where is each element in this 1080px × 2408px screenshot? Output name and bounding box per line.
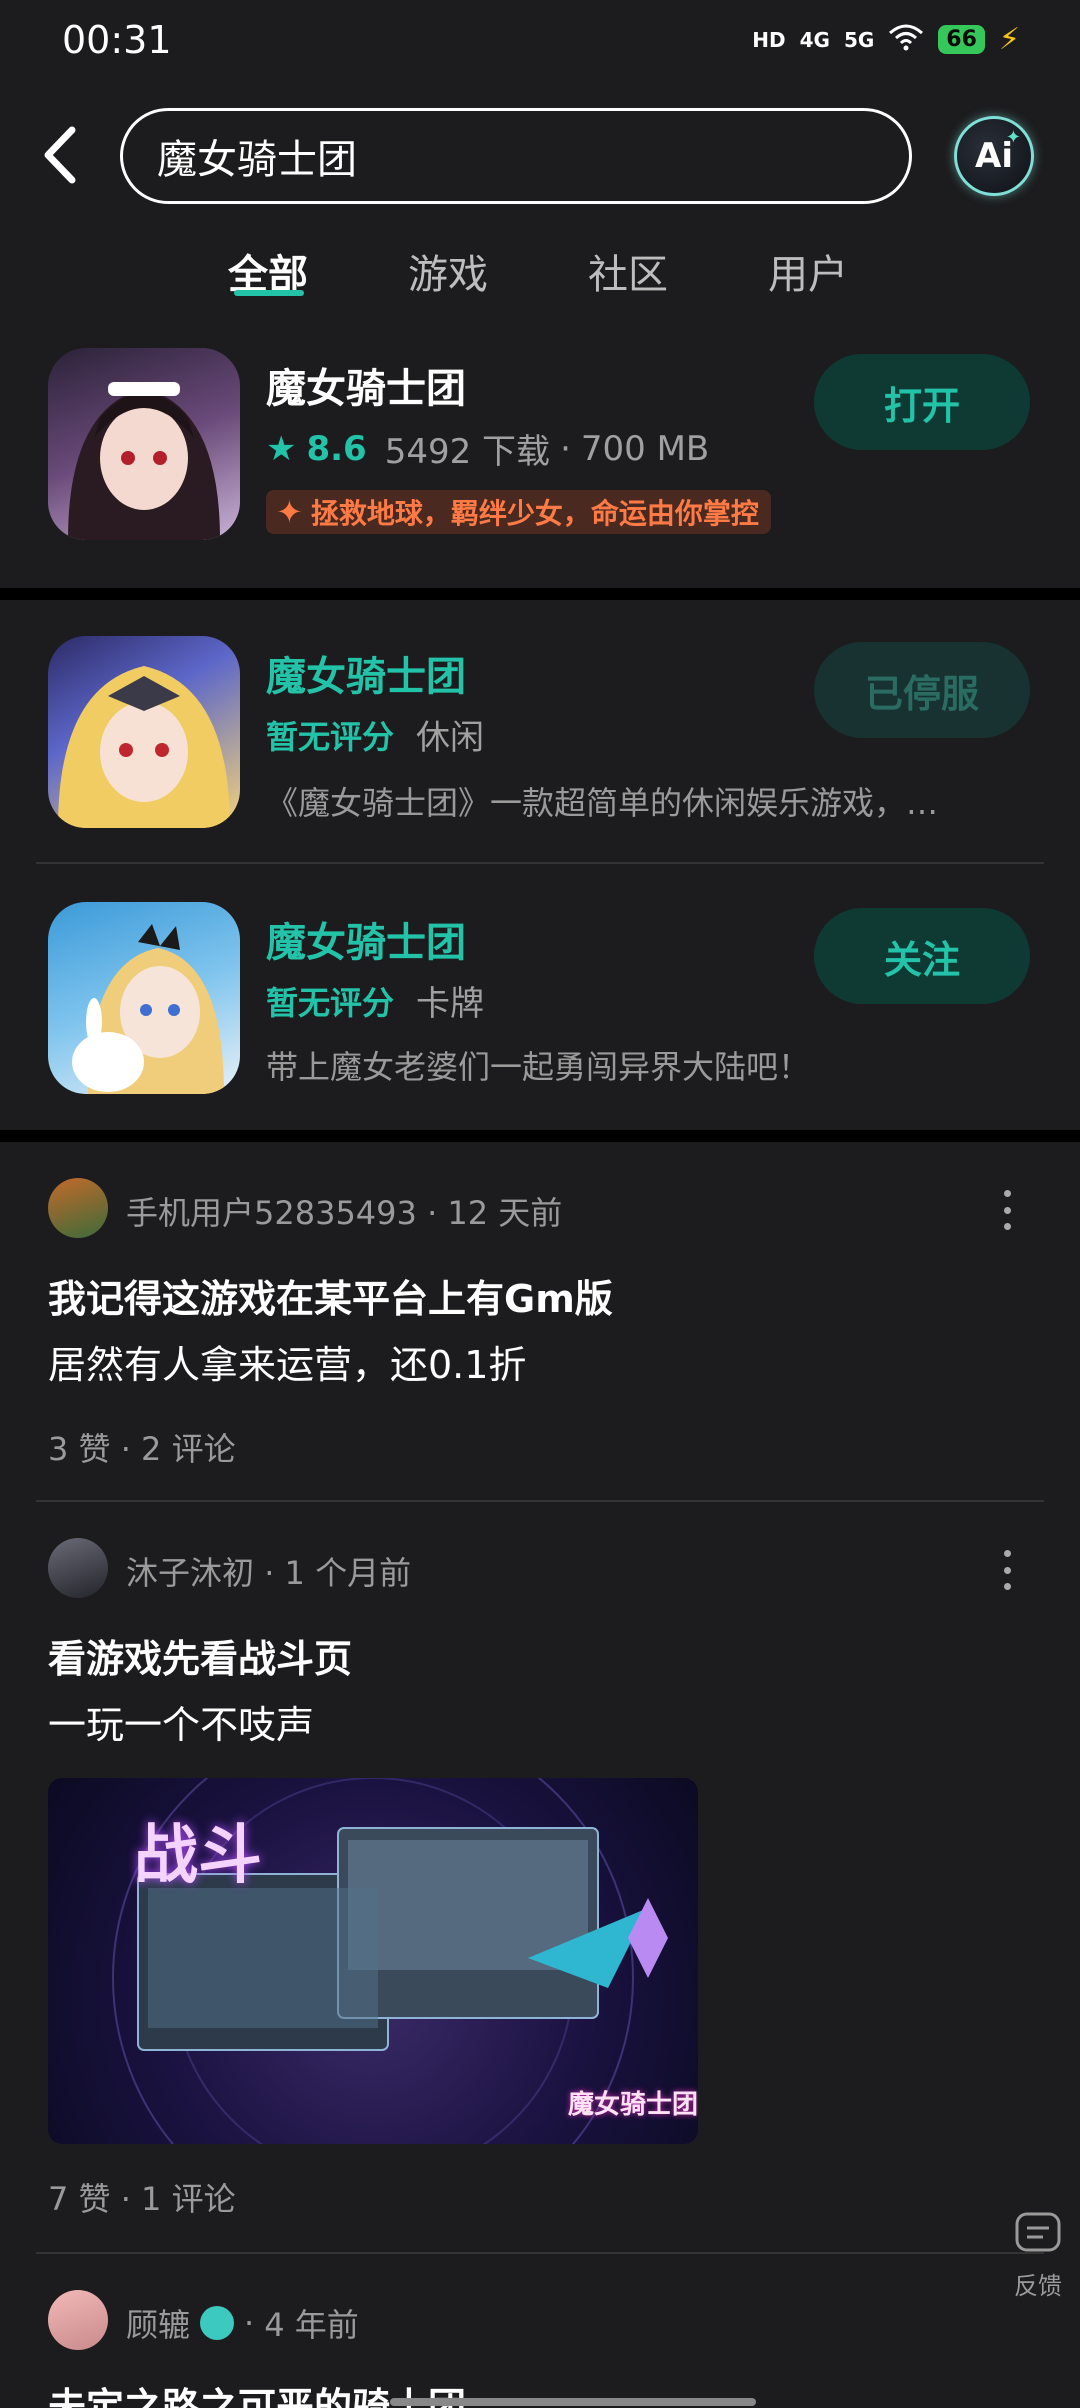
app-tag: ✦ 拯救地球，羁绊少女，命运由你掌控 (266, 490, 771, 534)
app-meta: 暂无评分 卡牌 (266, 976, 484, 1025)
search-input[interactable]: 魔女骑士团 (120, 108, 912, 204)
app-icon-2[interactable] (48, 636, 240, 828)
app-score: 暂无评分 (266, 717, 395, 756)
signal-4g-icon: 4G (799, 27, 830, 52)
battery-icon: 66 (938, 25, 985, 54)
status-icons: HD 4G 5G 66 ⚡ (752, 22, 1020, 57)
meta-dot: · (244, 2304, 255, 2342)
app-title[interactable]: 魔女骑士团 (266, 644, 466, 702)
post-time: 12 天前 (447, 1194, 563, 1232)
post-author-line: 顾辘 · 4 年前 (126, 2300, 359, 2346)
post-title[interactable]: 看游戏先看战斗页 (48, 1628, 352, 1683)
avatar[interactable] (48, 2290, 108, 2350)
image-caption: 战斗 (134, 1819, 262, 1893)
meta-dot: · (427, 1194, 448, 1232)
open-button[interactable]: 打开 (814, 354, 1030, 450)
post-title[interactable]: 我记得这游戏在某平台上有Gm版 (48, 1268, 613, 1323)
tab-community[interactable]: 社区 (588, 242, 668, 300)
row-divider (36, 1500, 1044, 1502)
avatar[interactable] (48, 1178, 108, 1238)
more-options-icon[interactable] (1000, 1190, 1014, 1230)
row-divider (36, 862, 1044, 864)
tab-games[interactable]: 游戏 (408, 242, 488, 300)
feedback-label: 反馈 (1014, 2272, 1062, 2300)
tab-active-indicator (234, 290, 304, 296)
signal-5g-icon: 5G (843, 27, 875, 52)
wifi-icon (888, 23, 924, 56)
post-author[interactable]: 沐子沐初 (126, 1554, 254, 1592)
app-title[interactable]: 魔女骑士团 (266, 910, 466, 968)
app-downloads: 5492 下载 (384, 432, 551, 472)
section-divider (0, 588, 1080, 600)
app-category: 休闲 (416, 718, 485, 758)
post-counts: 7 赞 · 1 评论 (48, 2180, 236, 2218)
follow-button[interactable]: 关注 (814, 908, 1030, 1004)
tab-users[interactable]: 用户 (768, 242, 848, 300)
post-counts: 3 赞 · 2 评论 (48, 1430, 236, 1468)
search-query: 魔女骑士团 (157, 137, 357, 183)
post-time: 4 年前 (264, 2306, 359, 2344)
app-description: 《魔女骑士团》一款超简单的休闲娱乐游戏，… (266, 784, 939, 822)
app-meta: 暂无评分 休闲 (266, 710, 484, 759)
feedback-icon (1015, 2212, 1061, 2252)
post-author-line: 沐子沐初 · 1 个月前 (126, 1548, 411, 1594)
hd-indicator: HD (752, 27, 786, 52)
sparkle-icon: ✦ (1005, 127, 1021, 148)
section-divider (0, 1130, 1080, 1142)
ai-assistant-button[interactable]: Ai ✦ (954, 116, 1034, 196)
sparkle-icon: ✦ (276, 493, 303, 531)
home-indicator[interactable] (390, 2398, 756, 2406)
app-meta: ★ 8.6 5492 下载 · 700 MB (266, 424, 709, 473)
app-description: 带上魔女老婆们一起勇闯异界大陆吧！ (266, 1048, 811, 1086)
row-divider (36, 2252, 1044, 2254)
post-body[interactable]: 居然有人拿来运营，还0.1折 (48, 1334, 526, 1389)
app-icon-3[interactable] (48, 902, 240, 1094)
back-icon[interactable] (38, 120, 88, 190)
post-author[interactable]: 顾辘 (126, 2300, 190, 2346)
post-time: 1 个月前 (284, 1554, 412, 1592)
app-category: 卡牌 (416, 984, 485, 1024)
more-options-icon[interactable] (1000, 1550, 1014, 1590)
post-author-line: 手机用户52835493 · 12 天前 (126, 1188, 562, 1234)
app-size: 700 MB (580, 428, 710, 469)
app-score: 暂无评分 (266, 983, 395, 1022)
app-icon-1[interactable] (48, 348, 240, 540)
meta-dot: · (560, 428, 571, 469)
verified-badge-icon (200, 2306, 235, 2340)
feedback-button[interactable]: 反馈 (1006, 2210, 1070, 2301)
status-time: 00:31 (62, 18, 172, 62)
charging-icon: ⚡ (998, 22, 1020, 57)
post-body[interactable]: 一玩一个不吱声 (48, 1694, 314, 1749)
image-watermark: 魔女骑士团 (568, 2090, 698, 2120)
app-tag-text: 拯救地球，羁绊少女，命运由你掌控 (310, 497, 759, 530)
meta-dot: · (264, 1554, 285, 1592)
app-title[interactable]: 魔女骑士团 (266, 356, 466, 414)
app-rating: 8.6 (306, 428, 367, 469)
post-author[interactable]: 手机用户52835493 (126, 1194, 417, 1232)
avatar[interactable] (48, 1538, 108, 1598)
star-icon: ★ (266, 428, 297, 469)
post-image[interactable]: 战斗 魔女骑士团 (48, 1778, 698, 2144)
service-stopped-button[interactable]: 已停服 (814, 642, 1030, 738)
